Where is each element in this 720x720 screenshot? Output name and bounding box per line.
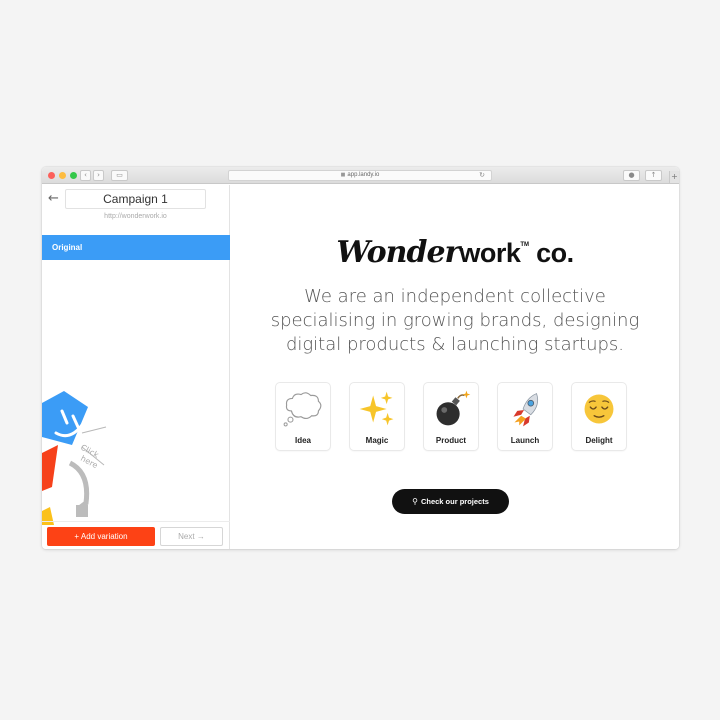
page-preview: WonderworkTM co. We are an independent c… [231, 185, 679, 549]
check-projects-label: Check our projects [420, 497, 489, 506]
share-icon: ↑ [650, 171, 657, 179]
logo-tm: TM [520, 242, 530, 248]
add-variation-button[interactable]: + Add variation [47, 527, 155, 546]
feature-card-label: Product [435, 436, 467, 445]
relieved-face-icon [584, 394, 614, 424]
chevron-right-icon: › [97, 171, 100, 179]
feature-card-magic[interactable]: Magic [349, 382, 405, 451]
tagline: We are an independent collective special… [265, 285, 645, 357]
feature-card-label: Magic [365, 436, 389, 445]
reload-icon[interactable]: ↻ [479, 171, 485, 180]
browser-window: ‹ › ▭ ■ app.landy.io ↻ ● ↑ + ← Campaign 1… [42, 167, 679, 549]
browser-forward-button[interactable]: › [93, 170, 104, 181]
doodle-red-shape [42, 445, 58, 491]
sidebar-toggle-button[interactable]: ▭ [111, 170, 128, 181]
wonderwork-logo: WonderworkTM co. [231, 223, 679, 280]
rocket-icon [513, 393, 539, 427]
tagline-line: specialising in growing brands, designin… [270, 310, 640, 331]
download-icon: ● [628, 171, 635, 179]
tagline-line: digital products & launching startups. [285, 334, 625, 355]
feature-card-product[interactable]: Product [423, 382, 479, 451]
close-window-button[interactable] [48, 172, 55, 179]
bomb-icon [436, 390, 471, 426]
check-projects-button[interactable]: ⚲ Check our projects [392, 489, 509, 514]
browser-back-button[interactable]: ‹ [80, 170, 91, 181]
sidebar-footer: + Add variation Next → [42, 521, 230, 549]
address-url: app.landy.io [347, 172, 380, 178]
thought-bubble-icon [283, 392, 322, 427]
sparkles-icon [359, 391, 394, 426]
browser-toolbar: ‹ › ▭ ■ app.landy.io ↻ ● ↑ + [42, 167, 679, 184]
logo-suffix: co. [529, 238, 574, 268]
variation-item-original[interactable]: Original [42, 235, 230, 260]
campaign-url: http://wonderwork.io [104, 213, 167, 220]
logo-work: work [459, 238, 521, 268]
feature-card-launch[interactable]: Launch [497, 382, 553, 451]
feature-card-idea[interactable]: Idea [275, 382, 331, 451]
downloads-button[interactable]: ● [623, 170, 640, 181]
new-tab-button[interactable]: + [669, 171, 679, 183]
doodle-gray-arc [68, 460, 90, 511]
share-button[interactable]: ↑ [645, 170, 662, 181]
map-pin-icon: ⚲ [412, 497, 418, 506]
feature-card-delight[interactable]: Delight [571, 382, 627, 451]
address-bar[interactable]: ■ app.landy.io ↻ [228, 170, 492, 181]
zoom-window-button[interactable] [70, 172, 77, 179]
editor-sidebar: ← Campaign 1 http://wonderwork.io Origin… [42, 185, 230, 549]
feature-card-label: Delight [585, 436, 613, 445]
chevron-left-icon: ‹ [84, 171, 87, 179]
minimize-window-button[interactable] [59, 172, 66, 179]
next-button[interactable]: Next → [160, 527, 223, 546]
click-here-doodle: Click here [42, 391, 107, 525]
campaign-name-field[interactable]: Campaign 1 [65, 189, 206, 209]
feature-card-label: Idea [294, 436, 311, 445]
back-arrow-icon[interactable]: ← [48, 191, 59, 206]
lock-icon: ■ [340, 172, 346, 178]
sidebar-icon: ▭ [116, 171, 123, 179]
plus-icon: + [671, 172, 678, 181]
logo-script: Wonder [336, 235, 460, 270]
feature-card-label: Launch [510, 436, 540, 445]
tagline-line: We are an independent collective [304, 286, 606, 307]
